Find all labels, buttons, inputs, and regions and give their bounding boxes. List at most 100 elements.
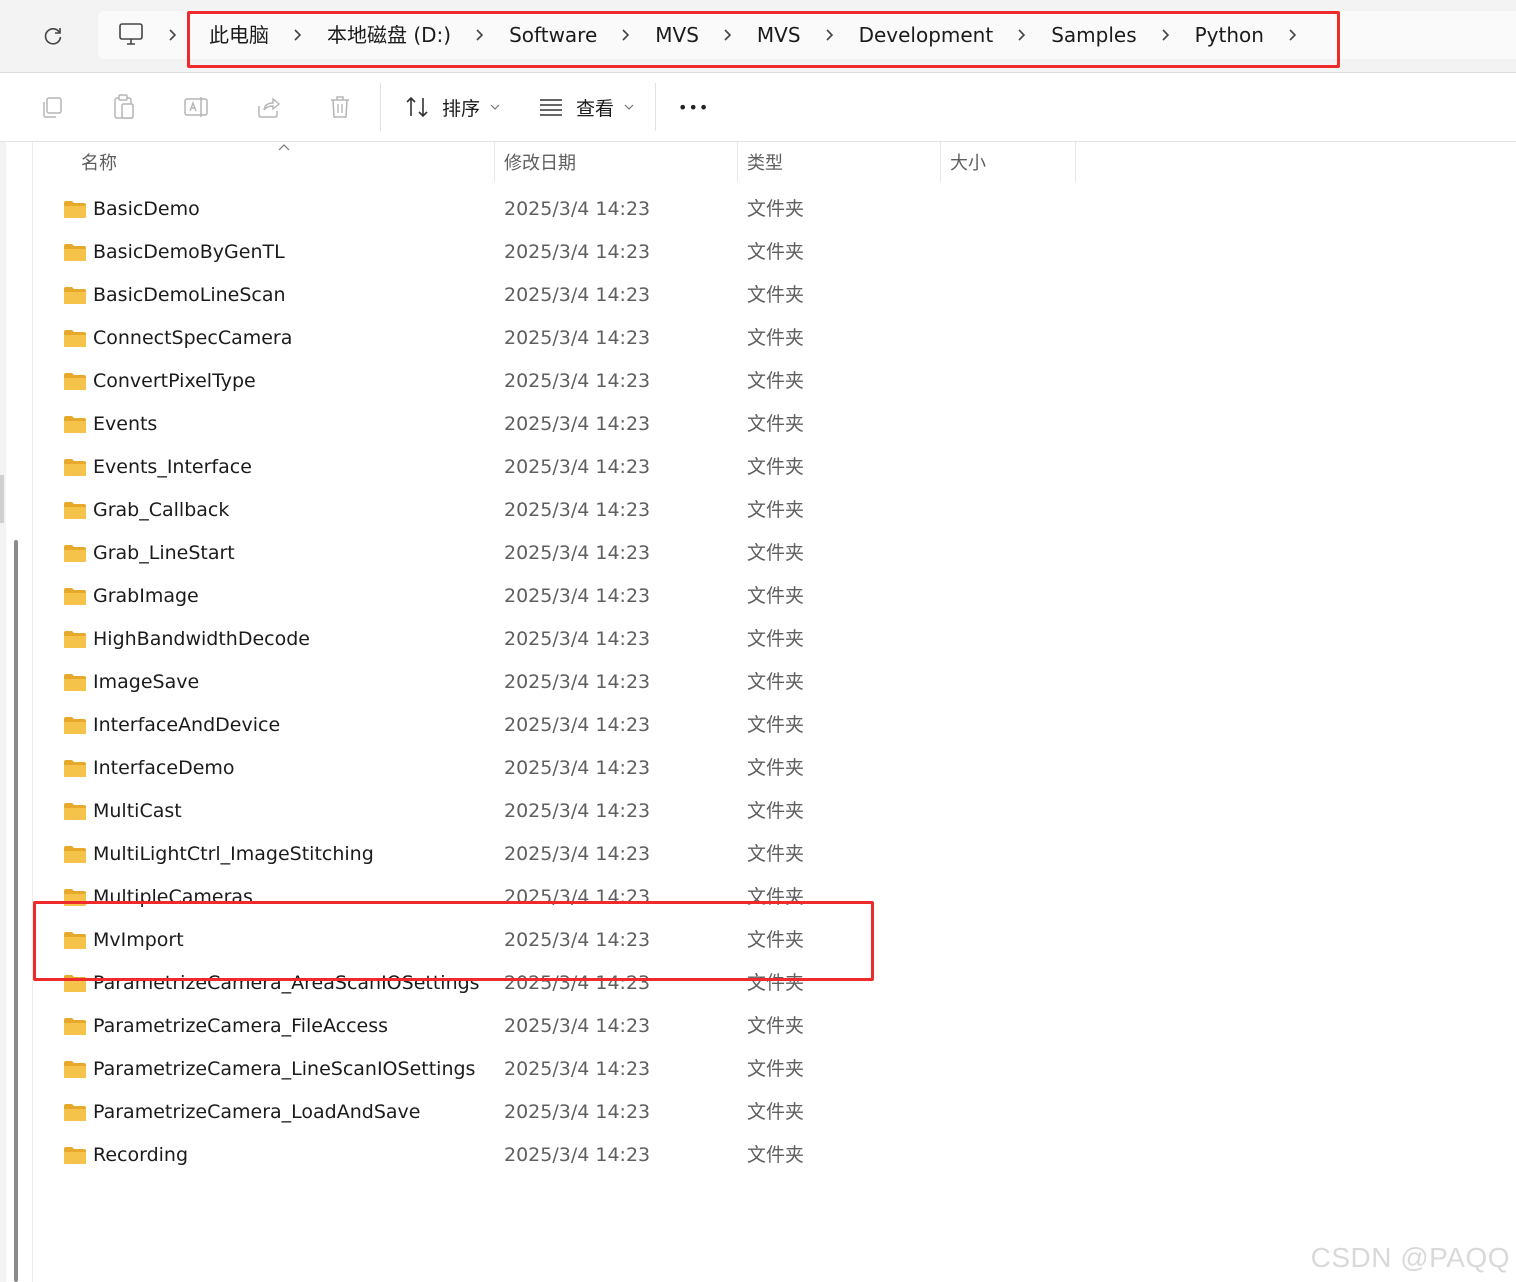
rename-icon: [184, 97, 208, 117]
column-separator[interactable]: [494, 142, 495, 182]
file-name: InterfaceDemo: [93, 757, 235, 779]
file-row[interactable]: ParametrizeCamera_AreaScanIOSettings 2025…: [0, 962, 1100, 1005]
file-type: 文件夹: [747, 671, 805, 693]
file-row[interactable]: BasicDemoByGenTL 2025/3/4 14:23 文件夹: [0, 231, 1100, 274]
file-row[interactable]: InterfaceAndDevice 2025/3/4 14:23 文件夹: [0, 704, 1100, 747]
breadcrumb-item[interactable]: Samples: [1032, 12, 1155, 58]
breadcrumb-item[interactable]: 本地磁盘 (D:): [308, 12, 470, 58]
file-type: 文件夹: [747, 499, 805, 521]
file-row[interactable]: Events 2025/3/4 14:23 文件夹: [0, 403, 1100, 446]
file-modified-date: 2025/3/4 14:23: [504, 1144, 651, 1166]
file-row[interactable]: Grab_Callback 2025/3/4 14:23 文件夹: [0, 489, 1100, 532]
chevron-right-icon[interactable]: [470, 12, 490, 58]
file-row[interactable]: HighBandwidthDecode 2025/3/4 14:23 文件夹: [0, 618, 1100, 661]
file-modified-date: 2025/3/4 14:23: [504, 499, 651, 521]
more-options-button[interactable]: •••: [678, 87, 709, 127]
file-row[interactable]: MultiLightCtrl_ImageStitching 2025/3/4 14…: [0, 833, 1100, 876]
file-row[interactable]: MvImport 2025/3/4 14:23 文件夹: [0, 919, 1100, 962]
file-row[interactable]: BasicDemo 2025/3/4 14:23 文件夹: [0, 188, 1100, 231]
copy-button[interactable]: [36, 91, 68, 123]
file-type: 文件夹: [747, 413, 805, 435]
column-separator[interactable]: [737, 142, 738, 182]
file-name: MultipleCameras: [93, 886, 253, 908]
this-pc-icon[interactable]: [118, 21, 144, 47]
chevron-right-icon[interactable]: [820, 12, 840, 58]
folder-icon: [64, 717, 86, 734]
column-separator[interactable]: [940, 142, 941, 182]
file-modified-date: 2025/3/4 14:23: [504, 1015, 651, 1037]
file-type: 文件夹: [747, 542, 805, 564]
file-name: BasicDemoLineScan: [93, 284, 286, 306]
file-name: ParametrizeCamera_AreaScanIOSettings: [93, 972, 480, 994]
paste-button[interactable]: [108, 91, 140, 123]
file-row[interactable]: Recording 2025/3/4 14:23 文件夹: [0, 1134, 1100, 1177]
breadcrumb-item[interactable]: MVS: [636, 12, 718, 58]
file-row[interactable]: Events_Interface 2025/3/4 14:23 文件夹: [0, 446, 1100, 489]
file-type: 文件夹: [747, 1015, 805, 1037]
file-name: Events_Interface: [93, 456, 252, 478]
column-header-size[interactable]: 大小: [950, 142, 1072, 182]
breadcrumb: 此电脑 本地磁盘 (D:) Software MVS MVS Development Sam…: [190, 12, 1303, 58]
file-name: ConnectSpecCamera: [93, 327, 293, 349]
refresh-button[interactable]: [36, 20, 70, 52]
breadcrumb-item[interactable]: Development: [840, 12, 1013, 58]
column-separator[interactable]: [1075, 142, 1076, 182]
file-type: 文件夹: [747, 1144, 805, 1166]
breadcrumb-item[interactable]: Software: [490, 12, 616, 58]
file-row[interactable]: BasicDemoLineScan 2025/3/4 14:23 文件夹: [0, 274, 1100, 317]
file-type: 文件夹: [747, 843, 805, 865]
share-icon: [258, 97, 281, 118]
file-row[interactable]: MultipleCameras 2025/3/4 14:23 文件夹: [0, 876, 1100, 919]
file-modified-date: 2025/3/4 14:23: [504, 843, 651, 865]
view-button[interactable]: 查看: [538, 87, 634, 127]
file-row[interactable]: ParametrizeCamera_FileAccess 2025/3/4 14:…: [0, 1005, 1100, 1048]
chevron-right-icon[interactable]: [1156, 12, 1176, 58]
chevron-right-icon[interactable]: [616, 12, 636, 58]
file-type: 文件夹: [747, 886, 805, 908]
file-row[interactable]: ParametrizeCamera_LoadAndSave 2025/3/4 14…: [0, 1091, 1100, 1134]
chevron-right-icon[interactable]: [166, 24, 180, 46]
folder-icon: [64, 545, 86, 562]
sort-button[interactable]: 排序: [404, 87, 500, 127]
folder-icon: [64, 674, 86, 691]
refresh-icon: [44, 28, 62, 45]
chevron-right-icon[interactable]: [1012, 12, 1032, 58]
share-button[interactable]: [252, 91, 284, 123]
column-header-modified[interactable]: 修改日期: [504, 142, 734, 182]
file-row[interactable]: MultiCast 2025/3/4 14:23 文件夹: [0, 790, 1100, 833]
paste-icon: [114, 94, 134, 119]
chevron-right-icon[interactable]: [718, 12, 738, 58]
command-bar: 排序 查看 •••: [0, 73, 1516, 142]
breadcrumb-item[interactable]: 此电脑: [190, 12, 288, 58]
folder-icon: [64, 287, 86, 304]
file-row[interactable]: InterfaceDemo 2025/3/4 14:23 文件夹: [0, 747, 1100, 790]
chevron-right-icon[interactable]: [1283, 12, 1303, 58]
column-header-name[interactable]: 名称: [81, 142, 491, 182]
file-row[interactable]: Grab_LineStart 2025/3/4 14:23 文件夹: [0, 532, 1100, 575]
view-label: 查看: [576, 97, 615, 120]
folder-icon: [64, 244, 86, 261]
file-row[interactable]: ParametrizeCamera_LineScanIOSettings 2025…: [0, 1048, 1100, 1091]
sort-label: 排序: [442, 97, 481, 120]
folder-icon: [64, 588, 86, 605]
file-modified-date: 2025/3/4 14:23: [504, 542, 651, 564]
file-row[interactable]: ConvertPixelType 2025/3/4 14:23 文件夹: [0, 360, 1100, 403]
file-row[interactable]: ImageSave 2025/3/4 14:23 文件夹: [0, 661, 1100, 704]
file-modified-date: 2025/3/4 14:23: [504, 585, 651, 607]
breadcrumb-item[interactable]: Python: [1176, 12, 1283, 58]
file-type: 文件夹: [747, 198, 805, 220]
rename-button[interactable]: [180, 91, 212, 123]
file-modified-date: 2025/3/4 14:23: [504, 327, 651, 349]
folder-icon: [64, 1061, 86, 1078]
folder-icon: [64, 1104, 86, 1121]
file-row[interactable]: GrabImage 2025/3/4 14:23 文件夹: [0, 575, 1100, 618]
breadcrumb-item[interactable]: MVS: [738, 12, 820, 58]
file-list: BasicDemo 2025/3/4 14:23 文件夹 BasicDemoByGen…: [0, 188, 1100, 1177]
file-name: Grab_Callback: [93, 499, 230, 521]
chevron-right-icon[interactable]: [288, 12, 308, 58]
address-bar: 此电脑 本地磁盘 (D:) Software MVS MVS Development Sam…: [0, 0, 1516, 73]
file-row[interactable]: ConnectSpecCamera 2025/3/4 14:23 文件夹: [0, 317, 1100, 360]
file-modified-date: 2025/3/4 14:23: [504, 456, 651, 478]
delete-button[interactable]: [324, 91, 356, 123]
column-header-type[interactable]: 类型: [747, 142, 937, 182]
